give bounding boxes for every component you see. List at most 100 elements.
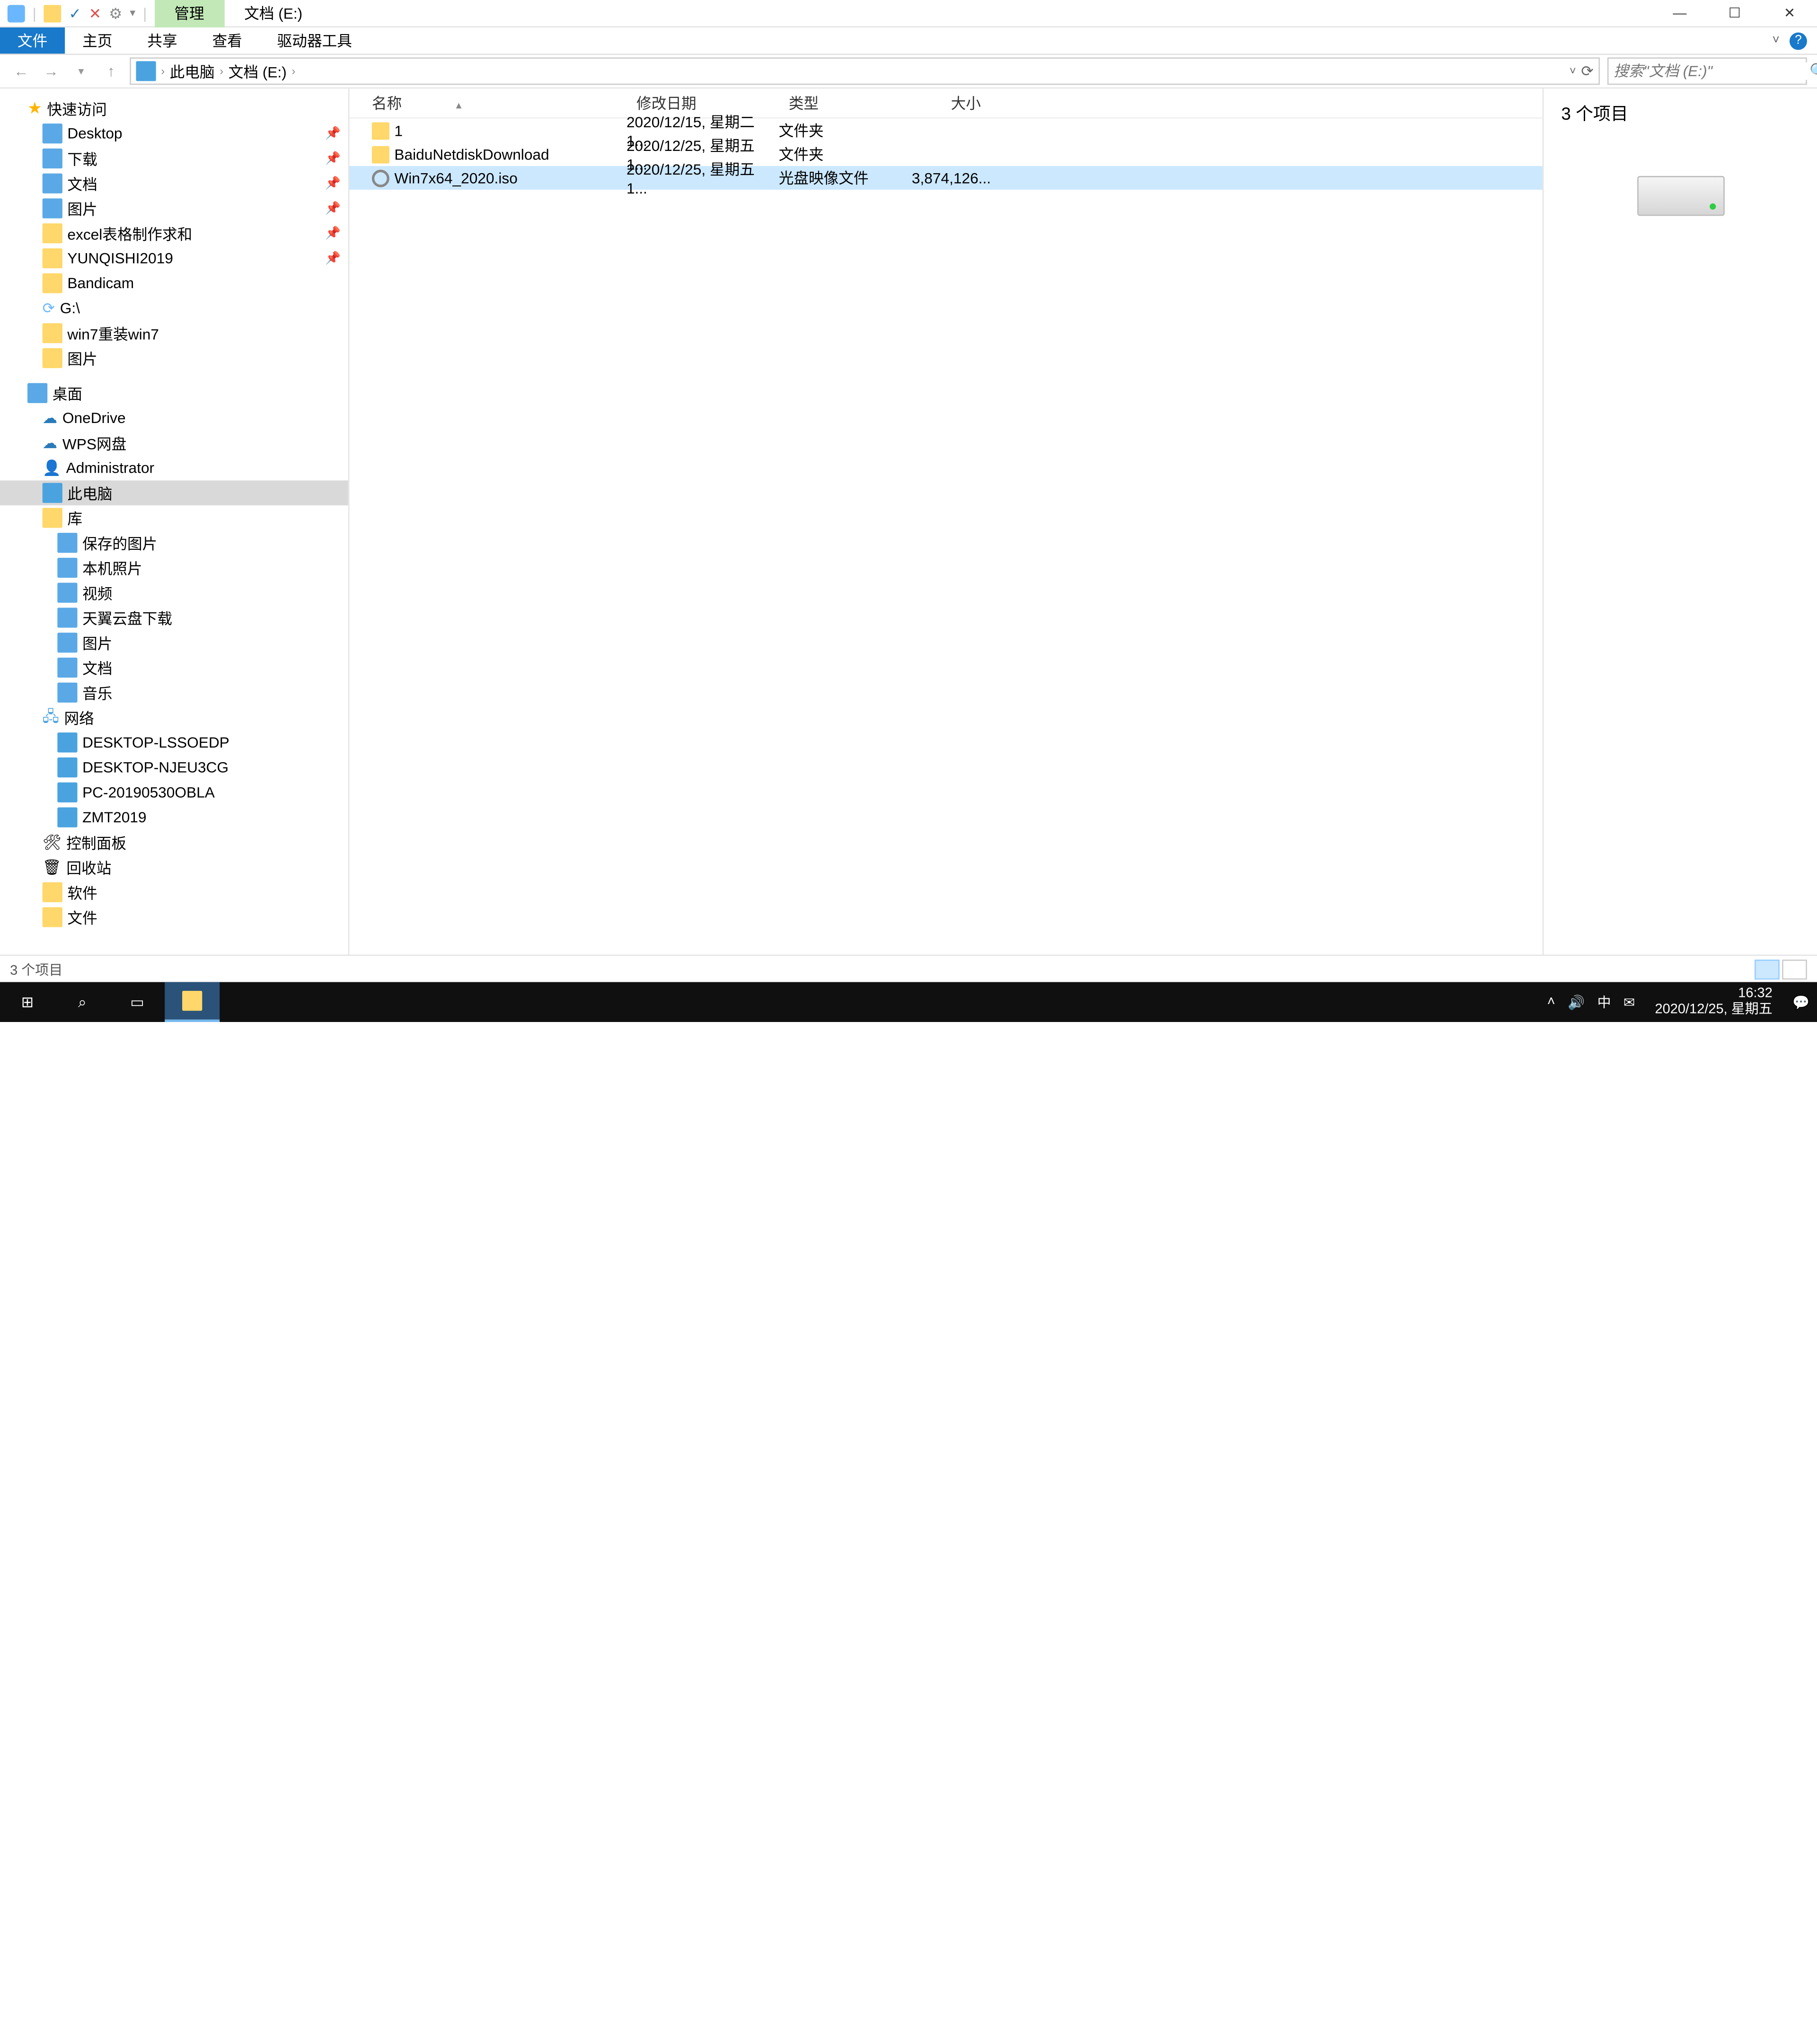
close-small-icon[interactable]: ✕ — [89, 4, 102, 22]
tree-item[interactable]: DESKTOP-LSSOEDP — [0, 730, 348, 755]
tree-item[interactable]: 保存的图片 — [0, 530, 348, 555]
music-icon — [57, 683, 77, 703]
col-type[interactable]: 类型 — [779, 92, 904, 114]
notification-icon[interactable]: ✉ — [1623, 994, 1635, 1010]
col-name[interactable]: 名称 ▴ — [349, 92, 626, 114]
tree-wps[interactable]: ☁WPS网盘 — [0, 431, 348, 456]
downloads-icon — [43, 149, 62, 168]
tree-item[interactable]: Bandicam — [0, 271, 348, 296]
task-view-button[interactable]: ▭ — [110, 982, 165, 1022]
tab-drive-tools[interactable]: 驱动器工具 — [260, 27, 370, 53]
taskbar-explorer[interactable] — [165, 982, 220, 1022]
maximize-button[interactable]: ☐ — [1707, 5, 1762, 21]
chevron-right-icon[interactable]: › — [220, 65, 223, 77]
tree-item[interactable]: 音乐 — [0, 680, 348, 705]
clock[interactable]: 16:32 2020/12/25, 星期五 — [1648, 986, 1780, 1019]
status-bar: 3 个项目 — [0, 955, 1817, 982]
tree-item[interactable]: 文档 — [0, 655, 348, 680]
tree-item[interactable]: excel表格制作求和📌 — [0, 221, 348, 246]
tab-view[interactable]: 查看 — [195, 27, 260, 53]
pin-icon: 📌 — [325, 151, 341, 165]
help-icon[interactable]: ? — [1790, 32, 1807, 49]
chevron-right-icon[interactable]: › — [161, 65, 165, 77]
address-bar[interactable]: › 此电脑 › 文档 (E:) › ˅ ⟳ — [130, 57, 1600, 85]
address-dropdown-icon[interactable]: ˅ — [1570, 65, 1576, 77]
tab-file[interactable]: 文件 — [0, 27, 65, 53]
folder-icon — [43, 248, 62, 268]
tree-item[interactable]: YUNQISHI2019📌 — [0, 246, 348, 271]
chevron-right-icon[interactable]: › — [291, 65, 295, 77]
start-button[interactable]: ⊞ — [0, 982, 55, 1022]
system-tray: ˄ 🔊 中 ✉ 16:32 2020/12/25, 星期五 💬 — [1540, 986, 1817, 1019]
pin-icon: 📌 — [325, 227, 341, 240]
file-row[interactable]: Win7x64_2020.iso2020/12/25, 星期五 1...光盘映像… — [349, 166, 1542, 190]
tree-recycle[interactable]: 🗑回收站 — [0, 855, 348, 880]
search-icon[interactable]: 🔍 — [1809, 62, 1817, 80]
folder-icon — [182, 991, 202, 1011]
tray-chevron-icon[interactable]: ˄ — [1547, 995, 1555, 1010]
tree-this-pc[interactable]: 此电脑 — [0, 480, 348, 505]
ribbon-expand-icon[interactable]: ˅ — [1772, 34, 1779, 47]
navigation-tree[interactable]: ★快速访问 Desktop📌 下载📌 文档📌 图片📌 excel表格制作求和📌 … — [0, 88, 349, 954]
col-date[interactable]: 修改日期 — [626, 92, 779, 114]
breadcrumb[interactable]: 此电脑 — [170, 61, 215, 82]
tab-home[interactable]: 主页 — [65, 27, 130, 53]
qat-divider: | — [33, 4, 36, 22]
ime-indicator[interactable]: 中 — [1597, 992, 1611, 1012]
back-button[interactable]: ← — [10, 62, 32, 80]
tree-control-panel[interactable]: 🛠控制面板 — [0, 830, 348, 855]
tree-documents[interactable]: 文档📌 — [0, 171, 348, 196]
refresh-icon[interactable]: ⟳ — [1581, 62, 1594, 80]
tree-item[interactable]: 视频 — [0, 580, 348, 605]
close-button[interactable]: ✕ — [1762, 5, 1817, 21]
view-details-button[interactable] — [1755, 959, 1780, 979]
video-icon — [57, 583, 77, 603]
breadcrumb[interactable]: 文档 (E:) — [229, 61, 287, 82]
tree-item[interactable]: 文件 — [0, 905, 348, 930]
tree-desktop[interactable]: Desktop📌 — [0, 121, 348, 146]
search-button[interactable]: ⌕ — [55, 982, 110, 1022]
tree-pictures[interactable]: 图片📌 — [0, 196, 348, 221]
tree-item[interactable]: 图片 — [0, 346, 348, 371]
tree-item[interactable]: 软件 — [0, 880, 348, 905]
tree-item[interactable]: 天翼云盘下载 — [0, 605, 348, 630]
tree-item[interactable]: ⟳G:\ — [0, 296, 348, 321]
tree-item[interactable]: 图片 — [0, 630, 348, 655]
recent-dropdown-icon[interactable]: ▾ — [70, 64, 92, 78]
tree-quick-access[interactable]: ★快速访问 — [0, 96, 348, 121]
search-input[interactable] — [1614, 62, 1809, 80]
minimize-button[interactable]: — — [1652, 5, 1707, 21]
folder-icon[interactable] — [44, 4, 62, 22]
tree-item[interactable]: win7重装win7 — [0, 321, 348, 346]
tree-item[interactable]: 本机照片 — [0, 555, 348, 581]
tree-item[interactable]: PC-20190530OBLA — [0, 780, 348, 805]
column-headers: 名称 ▴ 修改日期 类型 大小 — [349, 88, 1542, 118]
tree-item[interactable]: ZMT2019 — [0, 805, 348, 830]
title-bar: | ✓ ✕ ⚙ ▾ | 管理 文档 (E:) — ☐ ✕ — [0, 0, 1817, 27]
tree-network[interactable]: 🖧网络 — [0, 705, 348, 730]
file-row[interactable]: 12020/12/15, 星期二 1...文件夹 — [349, 119, 1542, 142]
volume-icon[interactable]: 🔊 — [1568, 994, 1585, 1010]
col-size[interactable]: 大小 — [903, 92, 991, 114]
tree-library[interactable]: 库 — [0, 505, 348, 530]
tree-item[interactable]: DESKTOP-NJEU3CG — [0, 755, 348, 780]
gear-icon[interactable]: ⚙ — [109, 4, 122, 22]
check-icon[interactable]: ✓ — [69, 4, 81, 22]
file-row[interactable]: BaiduNetdiskDownload2020/12/25, 星期五 1...… — [349, 142, 1542, 166]
tree-downloads[interactable]: 下载📌 — [0, 146, 348, 171]
tree-onedrive[interactable]: ☁OneDrive — [0, 405, 348, 431]
forward-button[interactable]: → — [40, 62, 62, 80]
taskbar: ⊞ ⌕ ▭ ˄ 🔊 中 ✉ 16:32 2020/12/25, 星期五 💬 — [0, 982, 1817, 1022]
pictures-icon — [57, 633, 77, 652]
drive-icon: ⟳ — [43, 300, 55, 317]
file-type: 文件夹 — [779, 120, 904, 141]
tree-admin[interactable]: 👤Administrator — [0, 456, 348, 481]
tab-share[interactable]: 共享 — [130, 27, 194, 53]
folder-icon — [43, 907, 62, 927]
up-button[interactable]: ↑ — [100, 62, 122, 80]
view-thumbnails-button[interactable] — [1782, 959, 1807, 979]
qat-dropdown-icon[interactable]: ▾ — [130, 6, 135, 20]
tree-desktop-root[interactable]: 桌面 — [0, 380, 348, 405]
action-center-icon[interactable]: 💬 — [1792, 994, 1809, 1010]
search-box[interactable]: 🔍 — [1607, 57, 1807, 85]
